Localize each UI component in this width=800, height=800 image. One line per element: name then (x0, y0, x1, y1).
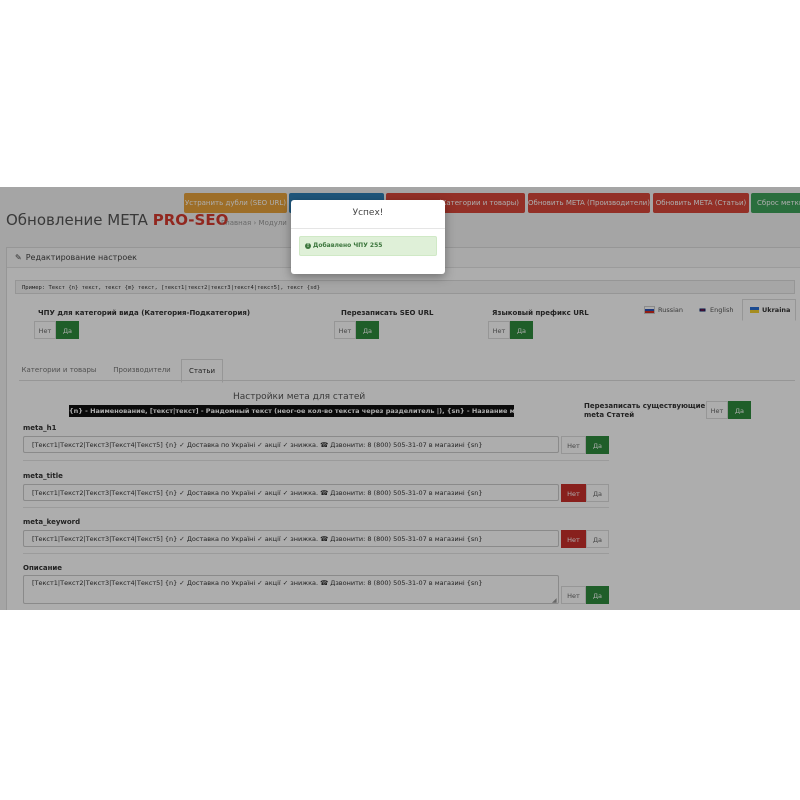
modal-title: Успех! (352, 208, 384, 218)
app-screenshot: Устранить дубли (SEO URL) (Категории и т… (0, 187, 800, 610)
success-alert: ! Добавлено ЧПУ 255 (299, 236, 437, 256)
modal-divider (291, 228, 445, 229)
success-modal: Успех! ! Добавлено ЧПУ 255 (291, 200, 445, 274)
alert-message: Добавлено ЧПУ 255 (313, 242, 383, 249)
info-circle-icon: ! (305, 242, 311, 249)
